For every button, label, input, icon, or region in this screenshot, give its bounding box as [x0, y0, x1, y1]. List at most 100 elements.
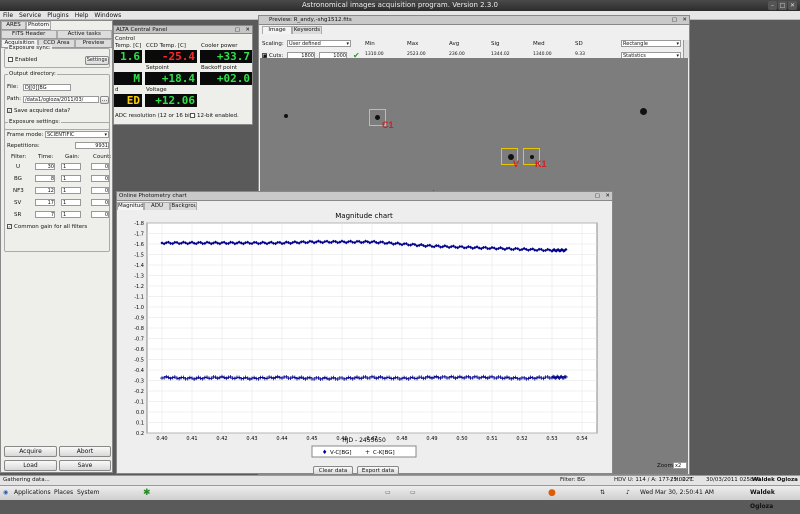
- tab-photom[interactable]: Photom: [26, 21, 51, 29]
- scaling-label: Scaling:: [262, 41, 284, 47]
- count-input[interactable]: 0: [91, 199, 109, 206]
- status-temp: -25.00 °C: [668, 477, 695, 483]
- acquire-button[interactable]: Acquire: [4, 446, 57, 457]
- status-user: Waldek Ogloza: [752, 477, 798, 483]
- window-titlebar: Astronomical images acquisition program.…: [0, 0, 800, 11]
- save-button[interactable]: Save: [59, 460, 111, 471]
- stat-header: Avg: [449, 41, 460, 47]
- minimize-icon[interactable]: ▢: [595, 192, 600, 201]
- x-tick-label: 0.51: [486, 436, 497, 442]
- filter-name: BG: [14, 176, 22, 182]
- browser-icon[interactable]: ●: [548, 486, 556, 500]
- gain-select[interactable]: 1: [61, 187, 81, 194]
- count-input[interactable]: 0: [91, 175, 109, 182]
- shape-select[interactable]: Rectangle ▾: [621, 40, 681, 47]
- save-acquired-checkbox[interactable]: ✓: [7, 108, 12, 113]
- frame-mode-select[interactable]: SCIENTIFIC ▾: [45, 131, 109, 138]
- gain-select[interactable]: 1: [61, 199, 81, 206]
- star: [640, 108, 647, 115]
- path-input[interactable]: /data1/ogloza/2011/03/: [23, 96, 99, 103]
- chevron-down-icon: ▾: [676, 41, 679, 47]
- export-data-button[interactable]: Export data: [357, 466, 399, 475]
- gain-select[interactable]: 1: [61, 175, 81, 182]
- y-tick-label: -0.9: [134, 316, 144, 322]
- places-menu[interactable]: Places: [54, 486, 73, 500]
- close-icon[interactable]: ✕: [605, 192, 610, 201]
- menu-plugins[interactable]: Plugins: [47, 11, 69, 19]
- menu-service[interactable]: Service: [19, 11, 41, 19]
- y-tick-label: -0.1: [134, 400, 144, 406]
- repetitions-input[interactable]: 9931: [75, 142, 109, 149]
- status-filter: Filter: BG: [560, 477, 586, 483]
- backoff-display: +02.0: [200, 72, 252, 85]
- legend-series-2: C-K[BG]: [373, 450, 395, 456]
- scaling-select[interactable]: User defined ▾: [287, 40, 351, 47]
- close-icon[interactable]: ✕: [682, 16, 687, 25]
- scrollbar[interactable]: [683, 40, 689, 58]
- mode-display: M: [114, 72, 142, 85]
- frame-mode-label: Frame mode:: [7, 132, 44, 138]
- applications-menu[interactable]: Applications: [14, 486, 51, 500]
- maximize-icon[interactable]: □: [778, 1, 787, 10]
- launcher-icon[interactable]: ✱: [143, 486, 151, 500]
- load-button[interactable]: Load: [4, 460, 57, 471]
- tab-magnitude[interactable]: Magnitude: [117, 202, 144, 210]
- col-gain: Gain:: [65, 154, 80, 160]
- bit12-checkbox[interactable]: [190, 113, 195, 118]
- abort-button[interactable]: Abort: [59, 446, 111, 457]
- tab-preview[interactable]: Preview: [75, 39, 112, 47]
- chevron-down-icon: ▾: [104, 132, 107, 138]
- system-menu[interactable]: System: [77, 486, 99, 500]
- tab-keywords[interactable]: Keywords: [292, 26, 322, 34]
- menu-file[interactable]: File: [3, 11, 13, 19]
- temp-label: Temp. [C]: [115, 43, 142, 49]
- y-tick-label: -1.7: [134, 232, 144, 238]
- time-input[interactable]: 30: [35, 163, 55, 170]
- time-input[interactable]: 7: [35, 211, 55, 218]
- clear-data-button[interactable]: Clear data: [313, 466, 353, 475]
- count-input[interactable]: 0: [91, 187, 109, 194]
- repetitions-label: Repetitions:: [7, 143, 40, 149]
- menu-windows[interactable]: Windows: [94, 11, 121, 19]
- alta-panel-titlebar: ALTA Central Panel ▢ ✕: [114, 26, 252, 34]
- menu-help[interactable]: Help: [75, 11, 89, 19]
- clock[interactable]: Wed Mar 30, 2:50:41 AM: [640, 486, 714, 500]
- time-input[interactable]: 17: [35, 199, 55, 206]
- y-tick-label: -1.8: [134, 221, 144, 227]
- close-icon[interactable]: ✕: [245, 26, 250, 34]
- col-filter: Filter:: [11, 154, 27, 160]
- tab-background[interactable]: Background: [170, 202, 198, 210]
- window-list-icon[interactable]: ▭: [410, 486, 416, 500]
- exposure-settings-section: Exposure settings: Frame mode: SCIENTIFI…: [4, 119, 111, 252]
- minimize-icon[interactable]: ▢: [672, 16, 677, 25]
- minimize-icon[interactable]: –: [768, 1, 777, 10]
- zoom-select[interactable]: x2: [673, 462, 687, 469]
- gain-select[interactable]: 1: [61, 163, 81, 170]
- statistics-table: Min Max Avg Sig Med SD 1310.00 2523.00 2…: [363, 40, 613, 60]
- count-input[interactable]: 0: [91, 211, 109, 218]
- time-input[interactable]: 12: [35, 187, 55, 194]
- tab-image[interactable]: Image: [262, 26, 292, 34]
- network-icon[interactable]: ⇅: [600, 486, 605, 500]
- x-tick-label: 0.41: [186, 436, 197, 442]
- window-list-icon[interactable]: ▭: [385, 486, 391, 500]
- file-input[interactable]: DJ[0]]BG: [23, 84, 71, 91]
- count-input[interactable]: 0: [91, 163, 109, 170]
- minimize-icon[interactable]: ▢: [235, 26, 240, 34]
- tab-adu[interactable]: ADU: [143, 202, 171, 210]
- setpoint-label: Setpoint: [146, 65, 170, 71]
- tab-fits-header[interactable]: FITS Header: [1, 30, 57, 38]
- x-tick-label: 0.40: [156, 436, 167, 442]
- enabled-checkbox[interactable]: [8, 57, 13, 62]
- common-gain-checkbox[interactable]: ✓: [7, 224, 12, 229]
- close-icon[interactable]: ✕: [788, 1, 797, 10]
- settings-button[interactable]: Settings: [85, 56, 109, 65]
- preview-title: Preview: R_andy,-shg1512.fits: [269, 17, 352, 23]
- tab-active-tasks[interactable]: Active tasks: [56, 30, 112, 38]
- time-input[interactable]: 8: [35, 175, 55, 182]
- volume-icon[interactable]: ♪: [626, 486, 630, 500]
- tab-ares[interactable]: ARES: [1, 21, 26, 29]
- browse-button[interactable]: ...: [100, 96, 109, 104]
- gain-select[interactable]: 1: [61, 211, 81, 218]
- user-name[interactable]: Waldek Ogloza: [750, 486, 800, 514]
